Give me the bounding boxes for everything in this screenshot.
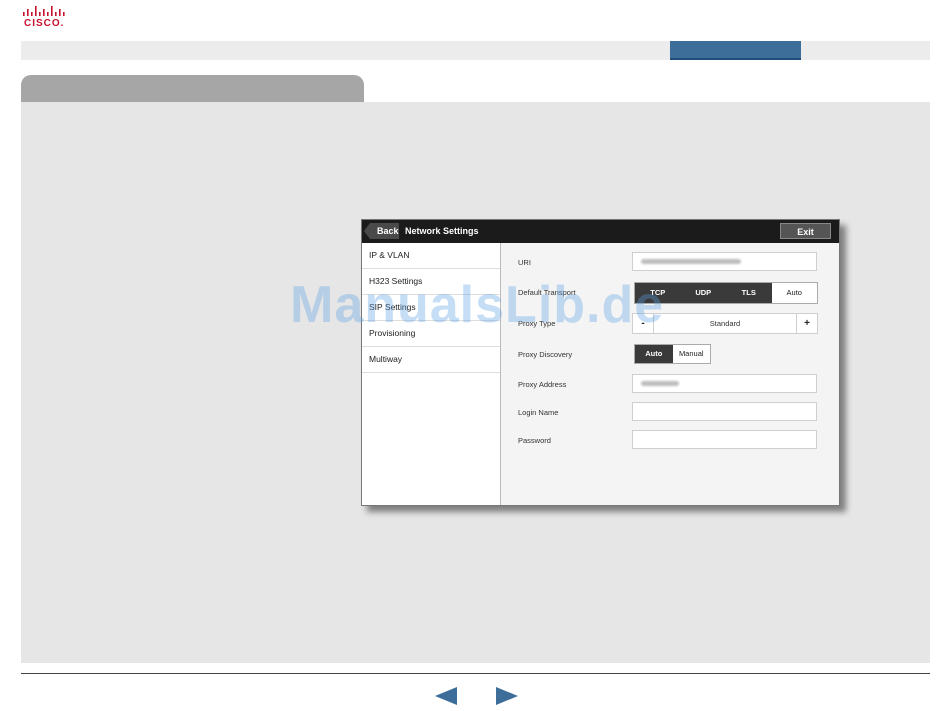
increment-button[interactable]: + [796, 313, 818, 334]
device-screenshot: Back Network Settings Exit IP & VLAN H32… [361, 219, 840, 506]
menu-item-ip-vlan[interactable]: IP & VLAN [362, 243, 500, 269]
footer-divider [21, 673, 930, 674]
triangle-right-icon[interactable] [496, 687, 518, 705]
screen-title: Network Settings [405, 226, 479, 236]
proxy-discovery-toggle: Auto Manual [634, 344, 711, 364]
proxy-address-field[interactable] [632, 374, 817, 393]
proxy-discovery-label: Proxy Discovery [518, 350, 573, 359]
device-header: Back Network Settings Exit [362, 220, 839, 243]
transport-option-udp[interactable]: UDP [680, 283, 726, 303]
triangle-left-icon[interactable] [435, 687, 457, 705]
proxy-address-label: Proxy Address [518, 380, 567, 389]
transport-option-auto[interactable]: Auto [771, 283, 817, 303]
cisco-logo: CISCO. [23, 6, 65, 28]
menu-item-multiway[interactable]: Multiway [362, 347, 500, 373]
login-name-label: Login Name [518, 408, 559, 417]
watermark: ManualsLib.de [290, 276, 665, 334]
exit-button[interactable]: Exit [780, 223, 831, 239]
discovery-option-auto[interactable]: Auto [635, 345, 673, 363]
active-top-tab[interactable] [670, 41, 801, 60]
blurred-uri-value [641, 259, 741, 264]
transport-option-tls[interactable]: TLS [726, 283, 772, 303]
blurred-proxy-address [641, 381, 679, 386]
back-button[interactable]: Back [364, 223, 399, 239]
proxy-type-value: Standard [654, 313, 796, 334]
section-tab [21, 75, 364, 102]
discovery-option-manual[interactable]: Manual [672, 345, 710, 363]
svg-text:CISCO.: CISCO. [24, 18, 64, 28]
uri-label: URI [518, 258, 531, 267]
password-field[interactable] [632, 430, 817, 449]
uri-field[interactable] [632, 252, 817, 271]
login-name-field[interactable] [632, 402, 817, 421]
password-label: Password [518, 436, 551, 445]
